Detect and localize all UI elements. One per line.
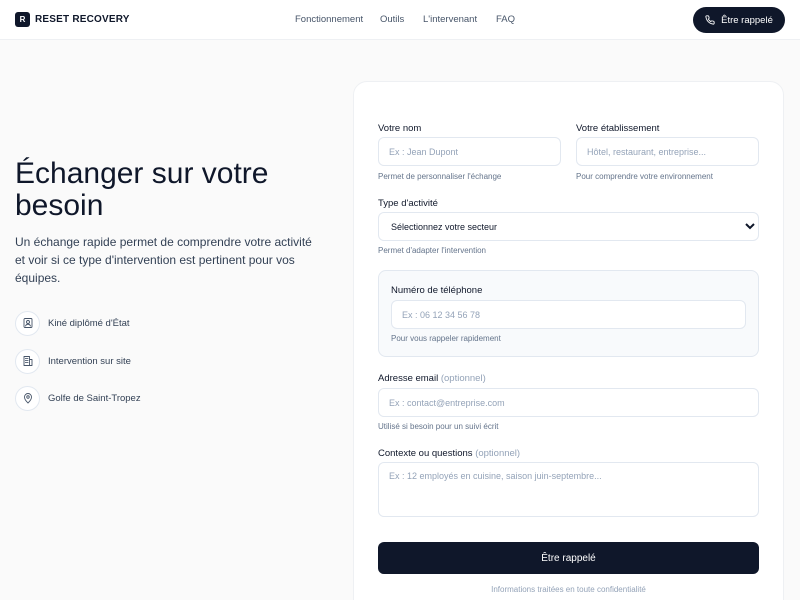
activity-hint: Permet d'adapter l'intervention: [378, 246, 487, 255]
name-label: Votre nom: [378, 123, 422, 134]
header-callback-button[interactable]: Être rappelé: [693, 7, 785, 33]
context-textarea[interactable]: [378, 462, 759, 517]
page-title: Échanger sur votre besoin: [15, 157, 269, 222]
name-input[interactable]: [378, 137, 561, 166]
feature-label: Intervention sur site: [48, 355, 131, 367]
feature-label: Golfe de Saint-Tropez: [48, 392, 141, 404]
establishment-input[interactable]: [576, 137, 759, 166]
email-input[interactable]: [378, 388, 759, 417]
context-label-text: Contexte ou questions: [378, 448, 473, 459]
submit-callback-button[interactable]: Être rappelé: [378, 542, 759, 574]
email-optional-tag: (optionnel): [440, 373, 486, 384]
name-hint: Permet de personnaliser l'échange: [378, 172, 502, 181]
phone-input[interactable]: [391, 300, 746, 329]
email-label-text: Adresse email: [378, 373, 439, 384]
badge-icon: [15, 310, 40, 336]
email-label: Adresse email (optionnel): [378, 373, 486, 384]
establishment-label: Votre établissement: [576, 123, 660, 134]
activity-select[interactable]: Sélectionnez votre secteur: [378, 212, 759, 241]
phone-hint: Pour vous rappeler rapidement: [391, 334, 501, 343]
context-optional-tag: (optionnel): [475, 448, 521, 459]
map-pin-icon: [15, 385, 40, 411]
privacy-note: Informations traitées en toute confident…: [491, 585, 646, 594]
feature-location: Golfe de Saint-Tropez: [15, 385, 141, 411]
nav-link-intervenant[interactable]: L'intervenant: [423, 14, 477, 25]
context-label: Contexte ou questions (optionnel): [378, 448, 520, 459]
building-icon: [15, 348, 40, 374]
feature-diploma: Kiné diplômé d'État: [15, 310, 130, 336]
establishment-hint: Pour comprendre votre environnement: [576, 172, 713, 181]
feature-label: Kiné diplômé d'État: [48, 317, 130, 329]
phone-icon: [705, 15, 715, 25]
email-hint: Utilisé si besoin pour un suivi écrit: [378, 422, 499, 431]
hero-description: Un échange rapide permet de comprendre v…: [15, 235, 312, 285]
feature-onsite: Intervention sur site: [15, 348, 131, 374]
logo-mark[interactable]: R: [15, 12, 30, 27]
nav-link-fonctionnement[interactable]: Fonctionnement: [295, 14, 363, 25]
phone-label: Numéro de téléphone: [391, 285, 483, 296]
nav-link-outils[interactable]: Outils: [380, 14, 404, 25]
header-callback-label: Être rappelé: [721, 14, 773, 26]
activity-label: Type d'activité: [378, 198, 438, 209]
brand-name[interactable]: RESET RECOVERY: [35, 14, 130, 25]
nav-link-faq[interactable]: FAQ: [496, 14, 515, 25]
site-header: R RESET RECOVERY Fonctionnement Outils L…: [0, 0, 800, 40]
